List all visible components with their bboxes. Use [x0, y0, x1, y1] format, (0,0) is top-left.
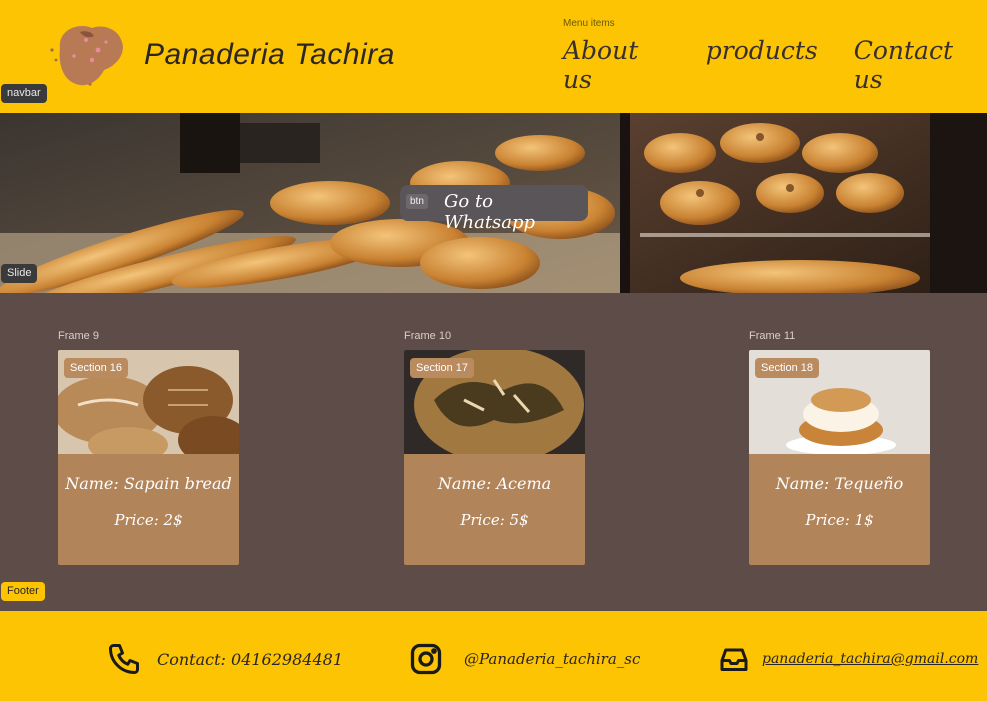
header-navbar: Panaderia Tachira Menu items About us pr…	[0, 0, 987, 113]
instagram-handle[interactable]: @Panaderia_tachira_sc	[464, 650, 640, 668]
menu-caption: Menu items	[563, 18, 615, 29]
nav-contact-us[interactable]: Contact us	[854, 36, 987, 94]
contact-phone: Contact: 04162984481	[106, 641, 343, 677]
product-card-acema[interactable]: Section 17 Name: Acema Price: 5$	[404, 350, 585, 565]
whatsapp-button[interactable]: btn Go to Whatsapp	[400, 185, 588, 233]
product-price: Price: 1$	[805, 511, 874, 529]
product-price: Price: 2$	[114, 511, 183, 529]
logo-bread-icon	[46, 20, 128, 92]
slide-tag: Slide	[1, 264, 38, 283]
frame-caption-1: Frame 9	[58, 330, 99, 342]
instagram-icon	[408, 641, 444, 677]
whatsapp-button-label: Go to Whatsapp	[444, 191, 536, 233]
nav-about-us[interactable]: About us	[563, 36, 673, 94]
product-price: Price: 5$	[460, 511, 529, 529]
contact-phone-text: Contact: 04162984481	[157, 649, 343, 669]
contact-instagram[interactable]: @Panaderia_tachira_sc	[408, 641, 640, 677]
footer: Contact: 04162984481 @Panaderia_tachira_…	[0, 611, 987, 701]
contact-email[interactable]: panaderia_tachira@gmail.com	[716, 641, 978, 677]
phone-icon	[106, 641, 142, 677]
product-name: Name: Sapain bread	[65, 474, 232, 493]
product-name: Name: Tequeño	[775, 474, 904, 493]
footer-tag: Footer	[1, 582, 45, 601]
navbar-tag: navbar	[1, 84, 47, 103]
product-card-tequeno[interactable]: Section 18 Name: Tequeño Price: 1$	[749, 350, 930, 565]
inbox-icon	[716, 641, 752, 677]
product-card-sapain-bread[interactable]: Section 16 Name: Sapain bread Price: 2$	[58, 350, 239, 565]
frame-caption-2: Frame 10	[404, 330, 452, 342]
section-badge: Section 18	[755, 358, 819, 378]
frame-caption-3: Frame 11	[749, 330, 796, 342]
section-badge: Section 17	[410, 358, 474, 378]
brand-title: Panaderia Tachira	[144, 38, 395, 71]
section-badge: Section 16	[64, 358, 128, 378]
product-name: Name: Acema	[437, 474, 552, 493]
email-link[interactable]: panaderia_tachira@gmail.com	[762, 651, 978, 667]
btn-chip: btn	[406, 194, 428, 209]
main-nav: About us products Contact us	[563, 36, 987, 94]
nav-products[interactable]: products	[706, 36, 818, 94]
